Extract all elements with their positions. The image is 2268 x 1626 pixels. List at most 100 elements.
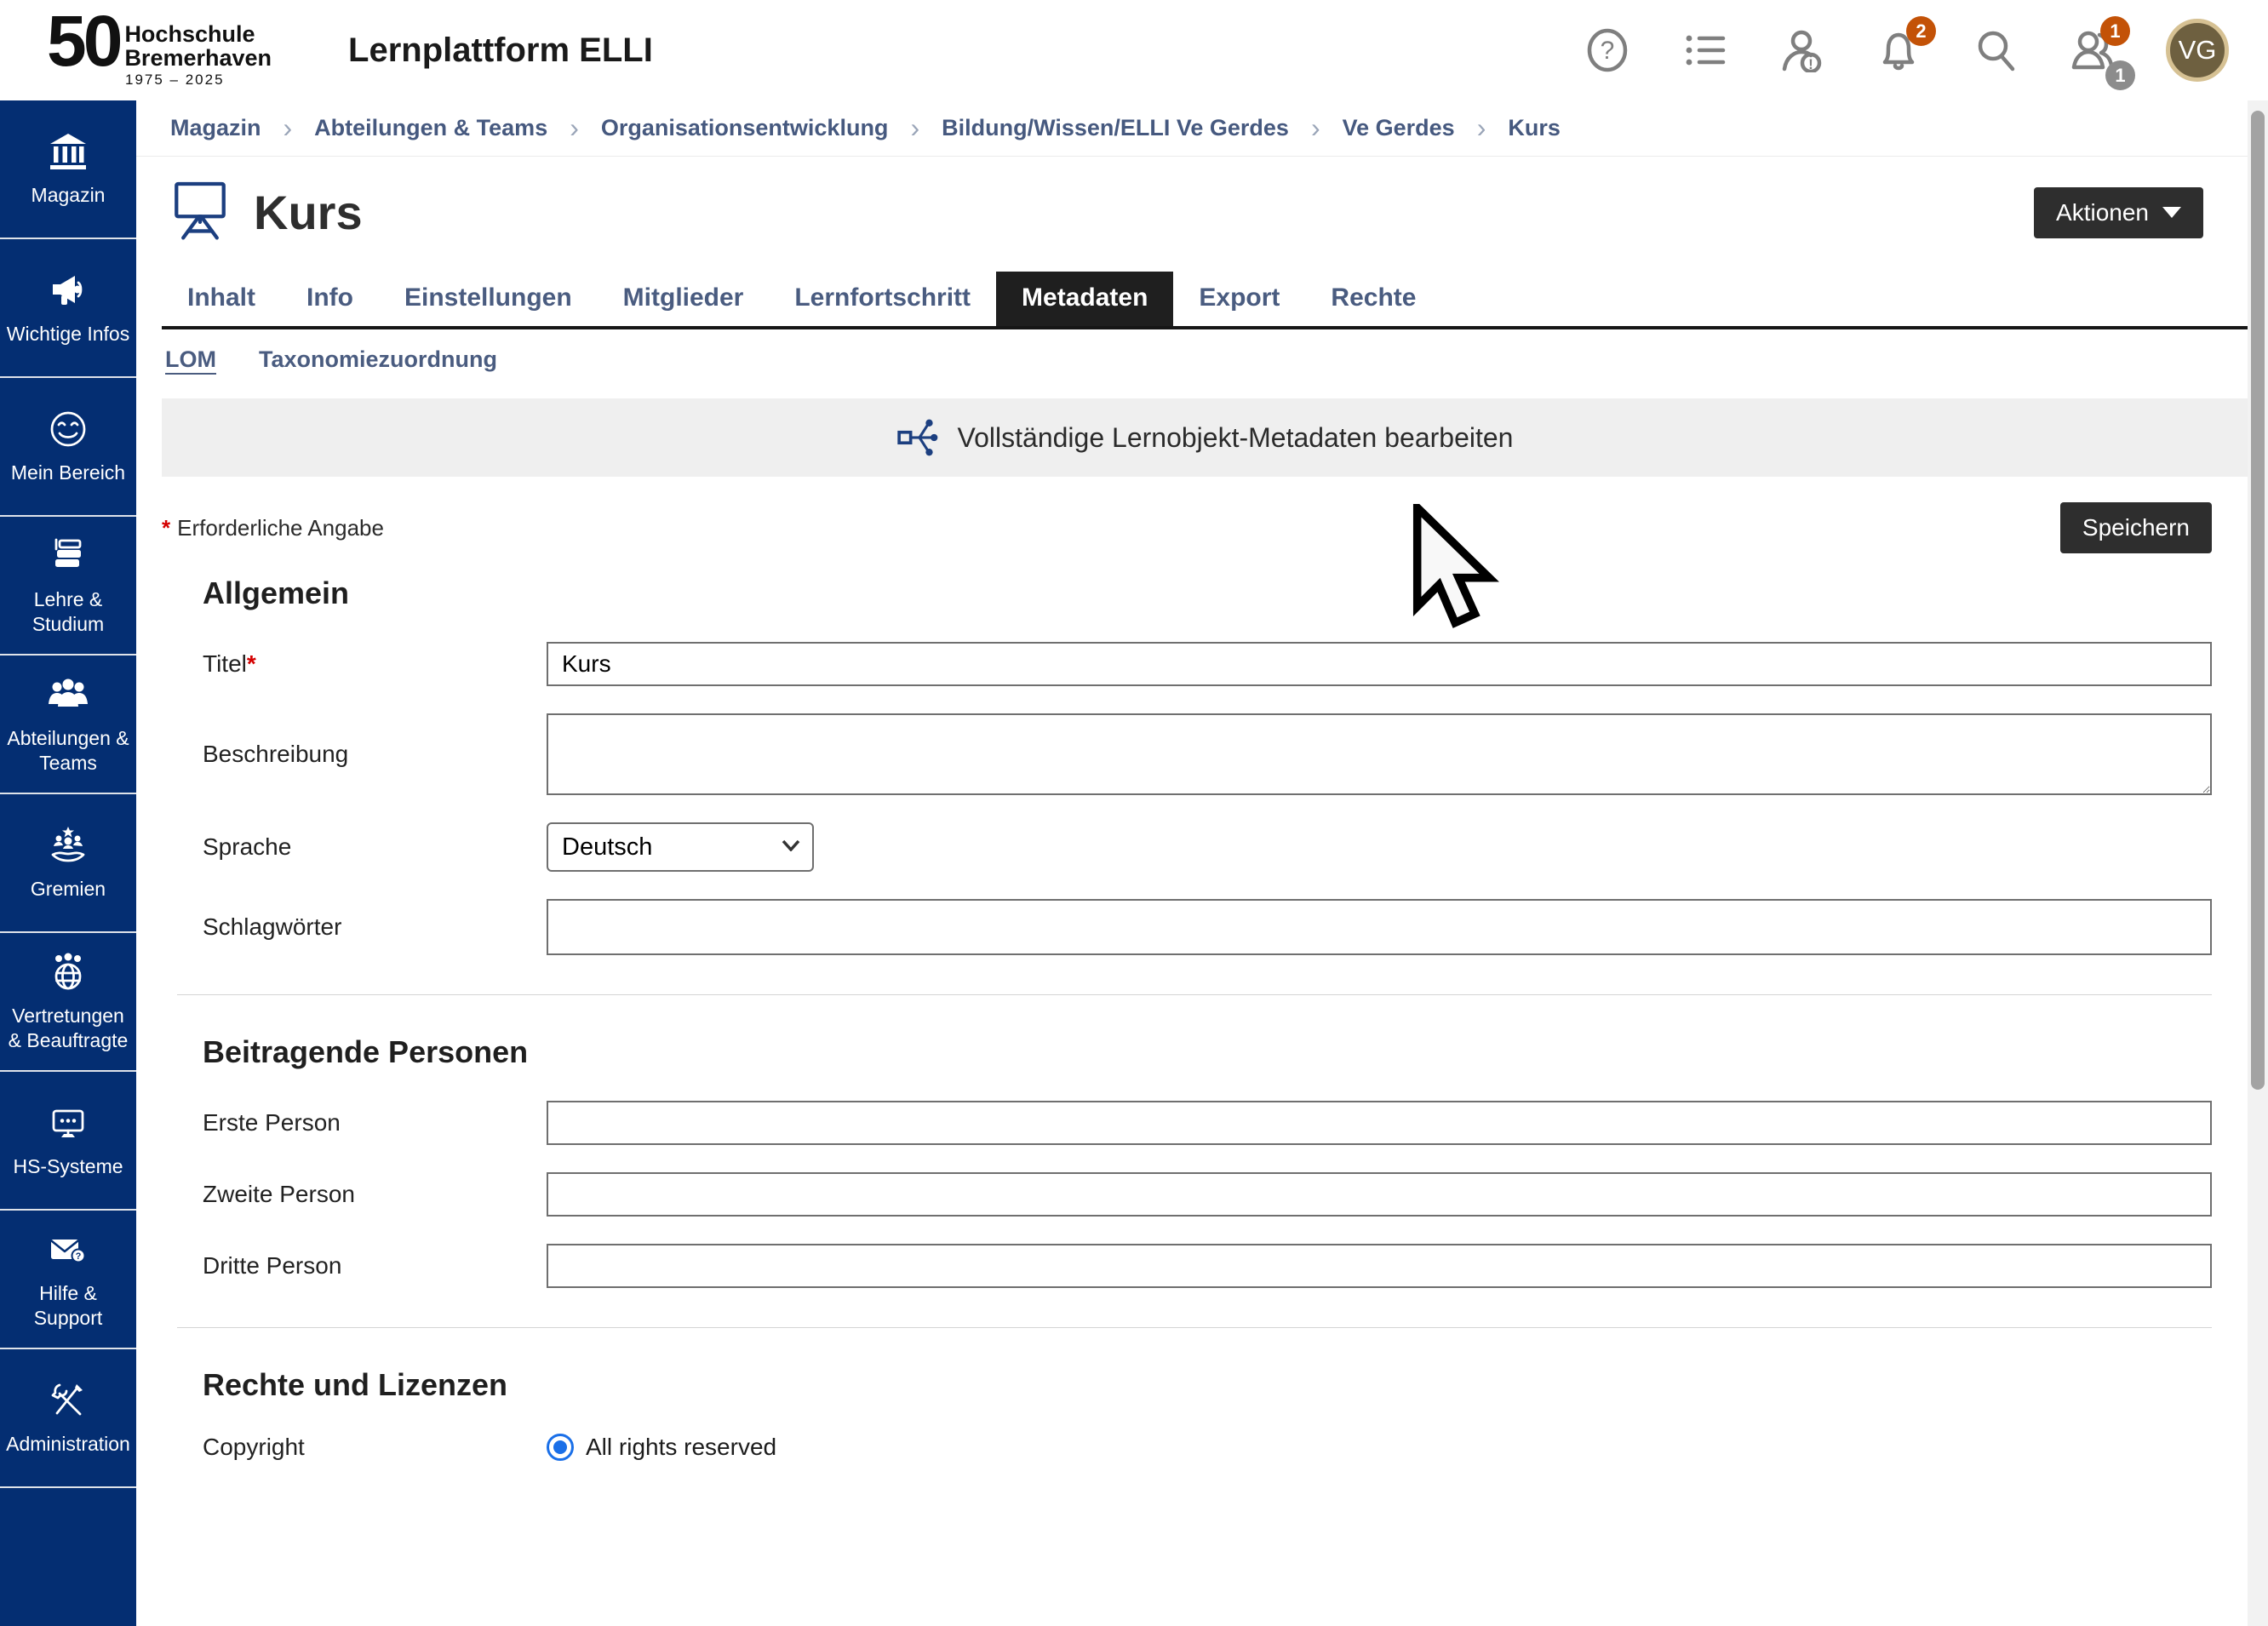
caret-down-icon [2162, 207, 2181, 218]
form-row-beschreibung: Beschreibung [203, 713, 2212, 795]
sidebar-item-lehre-studium[interactable]: Lehre & Studium [0, 517, 136, 656]
titel-field[interactable] [547, 642, 2212, 686]
svg-text:?: ? [76, 1251, 82, 1262]
mail-help-icon: ? [47, 1228, 89, 1271]
tab-rechte[interactable]: Rechte [1305, 272, 1441, 326]
dritte-person-field[interactable] [547, 1244, 2212, 1288]
subtab-bar: LOM Taxonomiezuordnung [165, 346, 2248, 373]
section-heading-beitragende: Beitragende Personen [203, 1034, 2212, 1070]
titel-label: Titel* [203, 650, 547, 678]
notifications-bell-icon[interactable]: 2 [1875, 26, 1922, 74]
tab-inhalt[interactable]: Inhalt [162, 272, 281, 326]
globe-people-icon [47, 951, 89, 993]
tools-icon [47, 1379, 89, 1422]
sidebar-item-mein-bereich[interactable]: Mein Bereich [0, 378, 136, 517]
scrollbar-thumb[interactable] [2251, 111, 2265, 1090]
breadcrumb-item-bildung-wissen[interactable]: Bildung/Wissen/ELLI Ve Gerdes [942, 115, 1289, 141]
copyright-radio-all-rights-reserved[interactable] [547, 1434, 574, 1461]
page-title: Kurs [254, 185, 363, 240]
contacts-icon[interactable]: 1 1 [2069, 26, 2116, 74]
sidebar-item-abteilungen-teams[interactable]: Abteilungen & Teams [0, 656, 136, 794]
breadcrumb-item-ve-gerdes[interactable]: Ve Gerdes [1343, 115, 1455, 141]
breadcrumb-item-organisationsentwicklung[interactable]: Organisationsentwicklung [601, 115, 889, 141]
logo-50: 50 [47, 12, 119, 71]
breadcrumb-item-abteilungen-teams[interactable]: Abteilungen & Teams [314, 115, 547, 141]
contacts-badge-count: 1 [2105, 60, 2135, 90]
logo-years: 1975 – 2025 [125, 72, 272, 89]
erste-person-field[interactable] [547, 1101, 2212, 1145]
copyright-option-label: All rights reserved [586, 1434, 776, 1461]
sidebar-item-gremien[interactable]: Gremien [0, 794, 136, 933]
zweite-person-label: Zweite Person [203, 1181, 547, 1208]
user-avatar[interactable]: VG [2166, 19, 2229, 82]
breadcrumb-separator: › [910, 112, 919, 144]
beschreibung-textarea[interactable] [547, 713, 2212, 795]
sidebar-item-magazin[interactable]: Magazin [0, 100, 136, 239]
tab-info[interactable]: Info [281, 272, 379, 326]
sidebar-item-wichtige-infos[interactable]: Wichtige Infos [0, 239, 136, 378]
section-divider [177, 994, 2212, 995]
monitor-icon [47, 1102, 89, 1144]
tab-mitglieder[interactable]: Mitglieder [598, 272, 770, 326]
save-button[interactable]: Speichern [2060, 502, 2212, 553]
form-row-copyright: Copyright All rights reserved [203, 1434, 2212, 1461]
sidebar-item-administration[interactable]: Administration [0, 1349, 136, 1488]
team-icon [47, 673, 89, 716]
schlagwoerter-field[interactable] [547, 899, 2212, 955]
vertical-scrollbar[interactable] [2248, 100, 2268, 1626]
erste-person-label: Erste Person [203, 1109, 547, 1136]
tab-export[interactable]: Export [1173, 272, 1305, 326]
breadcrumb: Magazin › Abteilungen & Teams › Organisa… [136, 100, 2248, 157]
form-row-zweite-person: Zweite Person [203, 1172, 2212, 1217]
tab-einstellungen[interactable]: Einstellungen [379, 272, 598, 326]
edit-full-metadata-banner[interactable]: Vollständige Lernobjekt-Metadaten bearbe… [162, 398, 2248, 477]
subtab-taxonomiezuordnung[interactable]: Taxonomiezuordnung [259, 346, 497, 373]
notifications-badge: 2 [1906, 16, 1936, 46]
form-row-titel: Titel* [203, 642, 2212, 686]
tab-bar: Inhalt Info Einstellungen Mitglieder Ler… [162, 272, 2248, 329]
tab-metadaten[interactable]: Metadaten [996, 272, 1173, 326]
breadcrumb-item-magazin[interactable]: Magazin [170, 115, 261, 141]
top-header: 50 Hochschule Bremerhaven 1975 – 2025 Le… [0, 0, 2268, 100]
committee-icon [47, 824, 89, 867]
tab-lernfortschritt[interactable]: Lernfortschritt [769, 272, 996, 326]
search-icon[interactable] [1972, 26, 2019, 74]
metadata-form: Allgemein Titel* Beschreibung Sprache De… [203, 575, 2212, 1461]
help-icon[interactable]: ? [1584, 26, 1631, 74]
megaphone-icon [47, 269, 89, 312]
metadata-tree-icon [896, 415, 941, 460]
copyright-label: Copyright [203, 1434, 547, 1461]
aktionen-button[interactable]: Aktionen [2034, 187, 2203, 238]
breadcrumb-separator: › [1311, 112, 1320, 144]
section-divider [177, 1327, 2212, 1328]
logo-name: Hochschule Bremerhaven [124, 22, 272, 71]
main-sidebar: Magazin Wichtige Infos Mein Bereich Lehr… [0, 100, 136, 1626]
breadcrumb-separator: › [1477, 112, 1486, 144]
beschreibung-label: Beschreibung [203, 741, 547, 768]
main-content: Magazin › Abteilungen & Teams › Organisa… [136, 100, 2248, 1626]
todo-list-icon[interactable] [1681, 26, 1728, 74]
form-row-sprache: Sprache Deutsch [203, 822, 2212, 872]
banner-label: Vollständige Lernobjekt-Metadaten bearbe… [958, 422, 1514, 454]
sidebar-item-vertretungen-beauftragte[interactable]: Vertretungen & Beauftragte [0, 933, 136, 1072]
contacts-badge-new: 1 [2100, 16, 2130, 46]
form-row-erste-person: Erste Person [203, 1101, 2212, 1145]
sidebar-item-hilfe-support[interactable]: ? Hilfe & Support [0, 1211, 136, 1349]
university-logo: 50 Hochschule Bremerhaven 1975 – 2025 [47, 12, 272, 89]
sprache-label: Sprache [203, 833, 547, 861]
sidebar-item-hs-systeme[interactable]: HS-Systeme [0, 1072, 136, 1211]
app-title: Lernplattform ELLI [348, 31, 653, 70]
zweite-person-field[interactable] [547, 1172, 2212, 1217]
svg-text:!: ! [1808, 56, 1813, 72]
user-status-icon[interactable]: ! [1778, 26, 1825, 74]
section-heading-rechte: Rechte und Lizenzen [203, 1367, 2212, 1403]
language-select[interactable]: Deutsch [547, 822, 814, 872]
smiley-icon [47, 408, 89, 450]
section-heading-allgemein: Allgemein [203, 575, 2212, 611]
books-icon [47, 535, 89, 577]
dritte-person-label: Dritte Person [203, 1252, 547, 1280]
subtab-lom[interactable]: LOM [165, 346, 216, 373]
breadcrumb-item-kurs[interactable]: Kurs [1508, 115, 1561, 141]
required-note: *Erforderliche Angabe [162, 515, 384, 541]
svg-text:?: ? [1601, 37, 1615, 65]
